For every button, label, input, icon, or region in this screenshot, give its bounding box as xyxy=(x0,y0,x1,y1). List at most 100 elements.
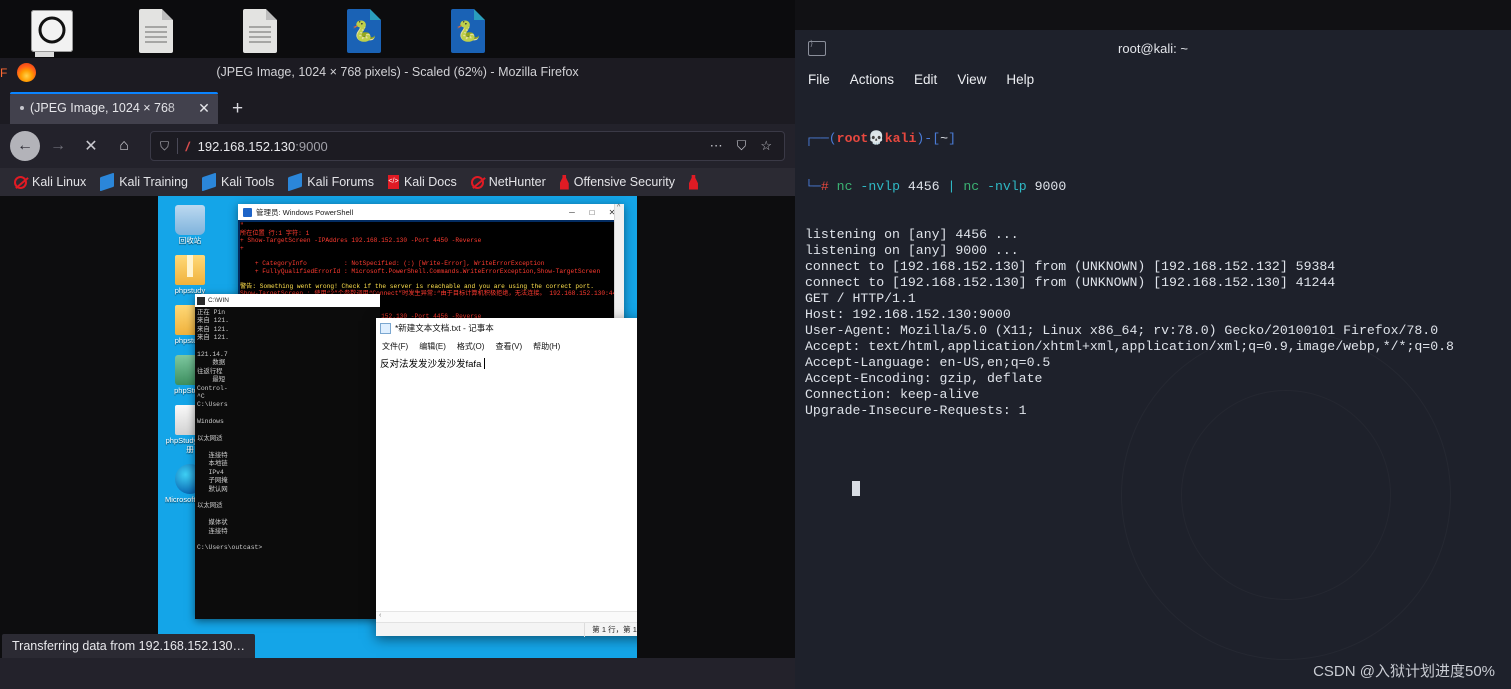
python-file-icon[interactable]: 🐍 xyxy=(312,0,416,62)
terminal-line: Accept: text/html,application/xhtml+xml,… xyxy=(805,339,1454,354)
powershell-line: 所在位置 行:1 字符: 1 xyxy=(240,229,624,238)
zip-archive-icon xyxy=(175,255,205,285)
desktop-icon-row: 🐍 🐍 xyxy=(0,0,795,62)
cmd-line: 媒体状 xyxy=(197,519,228,527)
prompt-hash: # xyxy=(820,179,829,194)
url-text: 192.168.152.130:9000 xyxy=(198,139,699,154)
cmd-line: 数据 xyxy=(197,359,226,367)
menu-actions[interactable]: Actions xyxy=(850,72,894,87)
pipe-symbol: | xyxy=(947,179,956,194)
new-tab-button[interactable]: + xyxy=(232,98,243,120)
bookmark-offensive-security[interactable]: Offensive Security xyxy=(559,174,675,190)
firefox-logo-icon xyxy=(17,63,36,82)
stop-icon[interactable]: ✕ xyxy=(76,131,106,161)
tab-jpeg-image[interactable]: (JPEG Image, 1024 × 768 ✕ xyxy=(10,92,218,124)
icon-label: 回收站 xyxy=(178,236,202,245)
bookmark-overflow[interactable] xyxy=(688,174,703,190)
bookmark-label: Kali Tools xyxy=(221,175,275,189)
disk-drive-icon[interactable] xyxy=(0,0,104,62)
cmd-titlebar: C:\WIN xyxy=(195,294,380,307)
skull-icon: 💀 xyxy=(868,131,885,146)
cmd-line xyxy=(197,494,378,502)
cmd-line xyxy=(197,511,378,519)
cmd-window[interactable]: C:\WIN 正在 Pin 来自 121. 来自 121. 来自 121. 121.1… xyxy=(195,294,380,619)
bookmark-star-icon[interactable]: ☆ xyxy=(757,138,775,154)
firefox-navigation-toolbar: ← → ✕ ⌂ ⛉ / 192.168.152.130:9000 ⋯ ⛉ ☆ xyxy=(0,124,795,168)
python-file-icon[interactable]: 🐍 xyxy=(416,0,520,62)
bookmarks-toolbar: Kali Linux Kali Training Kali Tools Kali… xyxy=(0,168,795,196)
kali-forums-icon xyxy=(288,172,303,192)
tracking-protection-shield-icon[interactable]: ⛉ xyxy=(160,139,169,154)
menu-format[interactable]: 格式(O) xyxy=(457,341,485,352)
cmd-line xyxy=(197,536,378,544)
cmd-line: 默认网 xyxy=(197,485,228,493)
firefox-window-title: (JPEG Image, 1024 × 768 pixels) - Scaled… xyxy=(216,65,579,79)
powershell-line: " xyxy=(240,222,624,230)
cmd-line: ^C xyxy=(197,393,205,401)
bookmark-nethunter[interactable]: NetHunter xyxy=(470,175,546,189)
menu-edit[interactable]: Edit xyxy=(914,72,937,87)
cmd-icon xyxy=(197,296,205,305)
close-icon[interactable]: ✕ xyxy=(196,100,212,117)
terminal-title: root@kali: ~ xyxy=(1118,40,1188,56)
bookmark-kali-docs[interactable]: </> Kali Docs xyxy=(387,175,457,189)
back-arrow-icon[interactable]: ← xyxy=(10,131,40,161)
cmd-line xyxy=(197,343,378,351)
inner-icon-phpstudy-zip[interactable]: phpstudy xyxy=(164,255,216,295)
powershell-icon xyxy=(243,207,252,217)
powershell-line: + FullyQualifiedErrorId : Microsoft.Powe… xyxy=(240,267,624,276)
home-icon[interactable]: ⌂ xyxy=(109,131,139,161)
kali-training-icon xyxy=(100,172,115,192)
prompt-host: kali xyxy=(884,131,917,146)
address-bar[interactable]: ⛉ / 192.168.152.130:9000 ⋯ ⛉ ☆ xyxy=(150,131,785,161)
inner-icon-recycle-bin[interactable]: 回收站 xyxy=(164,205,216,245)
screen-root: 🐍 🐍 F (JPEG Image, 1024 × 768 pixels) - … xyxy=(0,0,1511,689)
menu-file[interactable]: File xyxy=(808,72,830,87)
powershell-line: + Show-TargetScreen -IPAddres 192.168.15… xyxy=(240,237,624,245)
menu-help[interactable]: Help xyxy=(1006,72,1034,87)
menu-edit[interactable]: 编辑(E) xyxy=(419,341,446,352)
text-caret xyxy=(484,358,486,369)
port-9000: 9000 xyxy=(1034,179,1067,194)
terminal-line: connect to [192.168.152.130] from (UNKNO… xyxy=(805,275,1336,290)
notepad-window[interactable]: *新建文本文档.txt - 记事本 ─ 文件(F) 编辑(E) 格式(O) 查看… xyxy=(376,318,637,637)
cmd-line: 最短 xyxy=(197,376,226,384)
bookmark-kali-tools[interactable]: Kali Tools xyxy=(202,172,275,192)
terminal-cursor xyxy=(852,481,861,496)
cmd-line: C:\Users\outcast> xyxy=(197,544,263,552)
cmd-line: 连接特 xyxy=(197,527,228,535)
notepad-horizontal-scrollbar[interactable]: ‹ xyxy=(376,611,637,622)
url-host: 192.168.152.130 xyxy=(197,138,296,154)
cmd-line: 来自 121. xyxy=(197,334,229,342)
notepad-icon xyxy=(380,322,391,334)
notepad-text: 反对法发发沙发沙发fafa xyxy=(380,359,482,370)
maximize-button[interactable]: □ xyxy=(582,208,602,217)
menu-file[interactable]: 文件(F) xyxy=(382,341,408,352)
bookmark-kali-training[interactable]: Kali Training xyxy=(100,172,188,192)
text-document-icon[interactable] xyxy=(208,0,312,62)
insecure-connection-icon: / xyxy=(184,138,192,154)
bookmark-kali-forums[interactable]: Kali Forums xyxy=(288,172,374,192)
cmd-line: C:\Users xyxy=(197,401,228,409)
decorative-circle xyxy=(1181,390,1391,600)
minimize-button[interactable]: ─ xyxy=(562,208,582,217)
menu-view[interactable]: 查看(V) xyxy=(495,341,522,352)
notepad-menubar: 文件(F) 编辑(E) 格式(O) 查看(V) 帮助(H) xyxy=(376,338,637,354)
menu-help[interactable]: 帮助(H) xyxy=(533,341,560,352)
powershell-line xyxy=(240,252,624,260)
firefox-tabbar: (JPEG Image, 1024 × 768 ✕ + xyxy=(0,86,795,124)
notepad-statusbar: 第 1 行，第 15 列 100% Windows (CRLF) UTF- xyxy=(376,622,637,637)
notepad-text-area[interactable]: 反对法发发沙发沙发fafa xyxy=(376,354,637,611)
forward-arrow-icon[interactable]: → xyxy=(43,131,73,161)
pocket-icon[interactable]: ⛉ xyxy=(734,138,750,154)
menu-view[interactable]: View xyxy=(957,72,986,87)
bookmark-label: Kali Training xyxy=(119,175,188,189)
offensive-security-icon xyxy=(688,174,698,190)
jpeg-image-content[interactable]: 回收站 phpstudy phpstudy phpStudy phpStudy … xyxy=(158,196,637,658)
cmd-line xyxy=(197,410,378,418)
partial-window-label: F xyxy=(0,66,8,80)
bookmark-kali-linux[interactable]: Kali Linux xyxy=(14,175,86,189)
page-actions-icon[interactable]: ⋯ xyxy=(707,138,726,154)
text-document-icon[interactable] xyxy=(104,0,208,62)
bookmark-label: Offensive Security xyxy=(573,175,675,189)
